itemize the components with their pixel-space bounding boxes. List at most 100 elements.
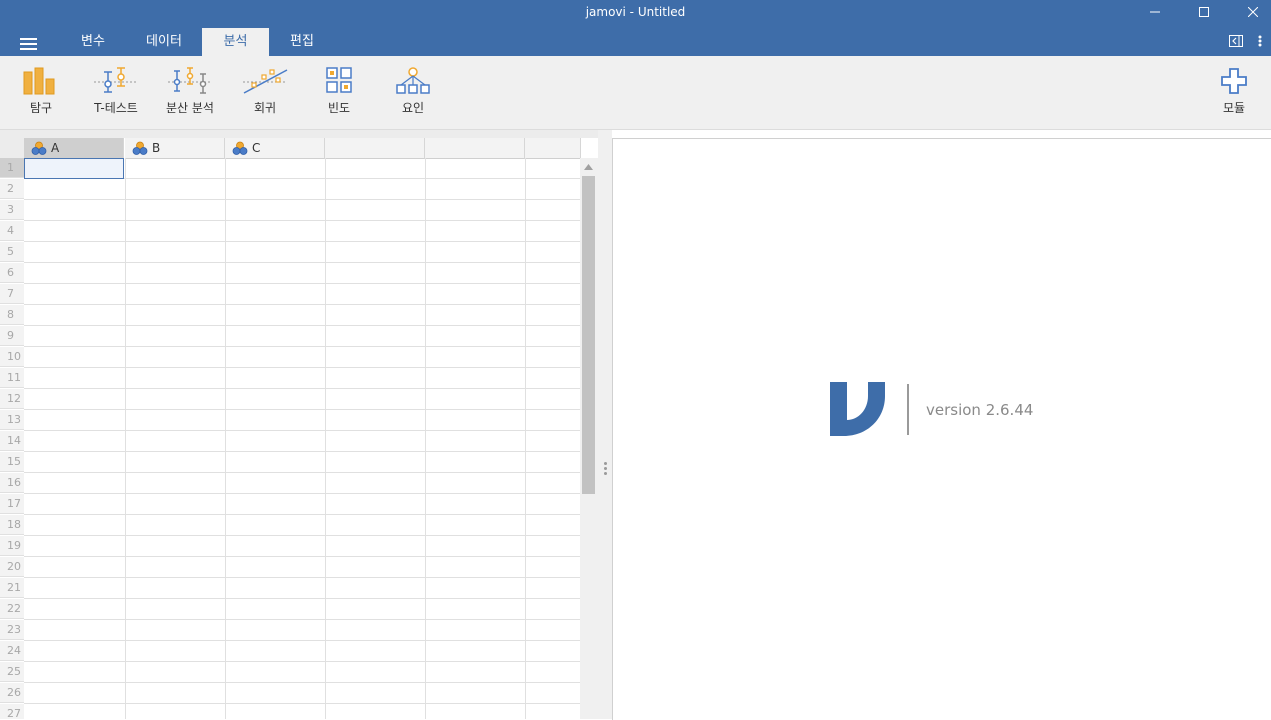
frequencies-button[interactable]: 빈도 [318, 66, 360, 122]
row-number[interactable]: 13 [0, 410, 24, 430]
row-number[interactable]: 25 [0, 662, 24, 682]
row-number[interactable]: 9 [0, 326, 24, 346]
panel-toggle-icon [1229, 35, 1243, 47]
maximize-button[interactable] [1181, 0, 1227, 24]
exploration-button[interactable]: 탐구 [18, 66, 64, 122]
table-row[interactable] [24, 179, 580, 200]
active-cell[interactable] [24, 158, 124, 179]
scroll-up-arrow-icon[interactable] [584, 164, 593, 170]
table-row[interactable] [24, 200, 580, 221]
row-number[interactable]: 10 [0, 347, 24, 367]
tab-edit[interactable]: 편집 [278, 28, 326, 56]
table-row[interactable] [24, 515, 580, 536]
vertical-dots-icon [1258, 35, 1262, 47]
table-row[interactable] [24, 431, 580, 452]
table-row[interactable] [24, 284, 580, 305]
column-header-c[interactable]: C [225, 138, 325, 159]
table-row[interactable] [24, 410, 580, 431]
t-tests-button[interactable]: T-테스트 [90, 66, 142, 122]
row-number[interactable]: 22 [0, 599, 24, 619]
regression-label: 회귀 [253, 101, 277, 115]
table-row[interactable] [24, 347, 580, 368]
regression-button[interactable]: 회귀 [239, 66, 291, 122]
row-number[interactable]: 5 [0, 242, 24, 262]
table-row[interactable] [24, 305, 580, 326]
row-number[interactable]: 20 [0, 557, 24, 577]
tab-variables[interactable]: 변수 [68, 28, 118, 56]
row-number[interactable]: 2 [0, 179, 24, 199]
row-number[interactable]: 24 [0, 641, 24, 661]
table-row[interactable] [24, 557, 580, 578]
row-number[interactable]: 6 [0, 263, 24, 283]
tab-analyses[interactable]: 분석 [202, 28, 269, 56]
table-row[interactable] [24, 494, 580, 515]
table-row[interactable] [24, 242, 580, 263]
t-test-icon [94, 67, 138, 93]
table-row[interactable] [24, 620, 580, 641]
row-number[interactable]: 4 [0, 221, 24, 241]
row-number[interactable]: 16 [0, 473, 24, 493]
row-number[interactable]: 11 [0, 368, 24, 388]
row-number[interactable]: 7 [0, 284, 24, 304]
table-row[interactable] [24, 389, 580, 410]
row-number[interactable]: 18 [0, 515, 24, 535]
minimize-button[interactable] [1132, 0, 1178, 24]
table-row[interactable] [24, 662, 580, 683]
pane-splitter[interactable] [598, 130, 612, 719]
row-number[interactable]: 26 [0, 683, 24, 703]
logo-divider [907, 384, 909, 435]
tab-data[interactable]: 데이터 [136, 28, 192, 56]
row-number[interactable]: 17 [0, 494, 24, 514]
row-number[interactable]: 12 [0, 389, 24, 409]
column-header-empty[interactable] [525, 138, 581, 159]
table-row[interactable] [24, 221, 580, 242]
row-number[interactable]: 1 [0, 158, 24, 178]
toggle-results-button[interactable] [1228, 34, 1244, 48]
column-header-a[interactable]: A [24, 138, 124, 159]
table-row[interactable] [24, 704, 580, 719]
column-header-empty[interactable] [425, 138, 525, 159]
column-name: C [252, 141, 261, 155]
regression-icon [243, 69, 288, 94]
row-number[interactable]: 23 [0, 620, 24, 640]
table-row[interactable] [24, 452, 580, 473]
row-number[interactable]: 21 [0, 578, 24, 598]
row-number[interactable]: 27 [0, 704, 24, 719]
column-header-empty[interactable] [325, 138, 425, 159]
column-header-b[interactable]: B [125, 138, 225, 159]
factor-button[interactable]: 요인 [392, 66, 434, 122]
frequencies-label: 빈도 [327, 101, 351, 115]
anova-button[interactable]: 분산 분석 [163, 66, 217, 122]
version-text: version 2.6.44 [926, 401, 1034, 419]
close-button[interactable] [1230, 0, 1271, 24]
table-row[interactable] [24, 368, 580, 389]
select-all-corner[interactable] [0, 138, 24, 159]
table-row[interactable] [24, 326, 580, 347]
row-number[interactable]: 15 [0, 452, 24, 472]
hamburger-icon [20, 38, 37, 40]
t-tests-label: T-테스트 [94, 101, 138, 115]
row-number[interactable]: 8 [0, 305, 24, 325]
table-row[interactable] [24, 683, 580, 704]
table-row[interactable] [24, 263, 580, 284]
scrollbar-thumb[interactable] [582, 176, 595, 494]
close-icon [1248, 7, 1258, 17]
row-number[interactable]: 3 [0, 200, 24, 220]
modules-button[interactable]: 모듈 [1214, 66, 1254, 122]
anova-icon [168, 67, 212, 94]
jamovi-logo-icon [830, 382, 885, 436]
nominal-variable-icon [132, 141, 148, 155]
row-number[interactable]: 19 [0, 536, 24, 556]
factor-icon [396, 67, 430, 94]
nominal-variable-icon [232, 141, 248, 155]
table-row[interactable] [24, 599, 580, 620]
table-row[interactable] [24, 536, 580, 557]
more-options-button[interactable] [1253, 34, 1267, 48]
table-row[interactable] [24, 473, 580, 494]
table-row[interactable] [24, 641, 580, 662]
row-number[interactable]: 14 [0, 431, 24, 451]
main-menu-button[interactable] [20, 38, 37, 50]
table-row[interactable] [24, 578, 580, 599]
bar-chart-icon [23, 67, 55, 95]
vertical-scrollbar[interactable] [580, 158, 598, 719]
